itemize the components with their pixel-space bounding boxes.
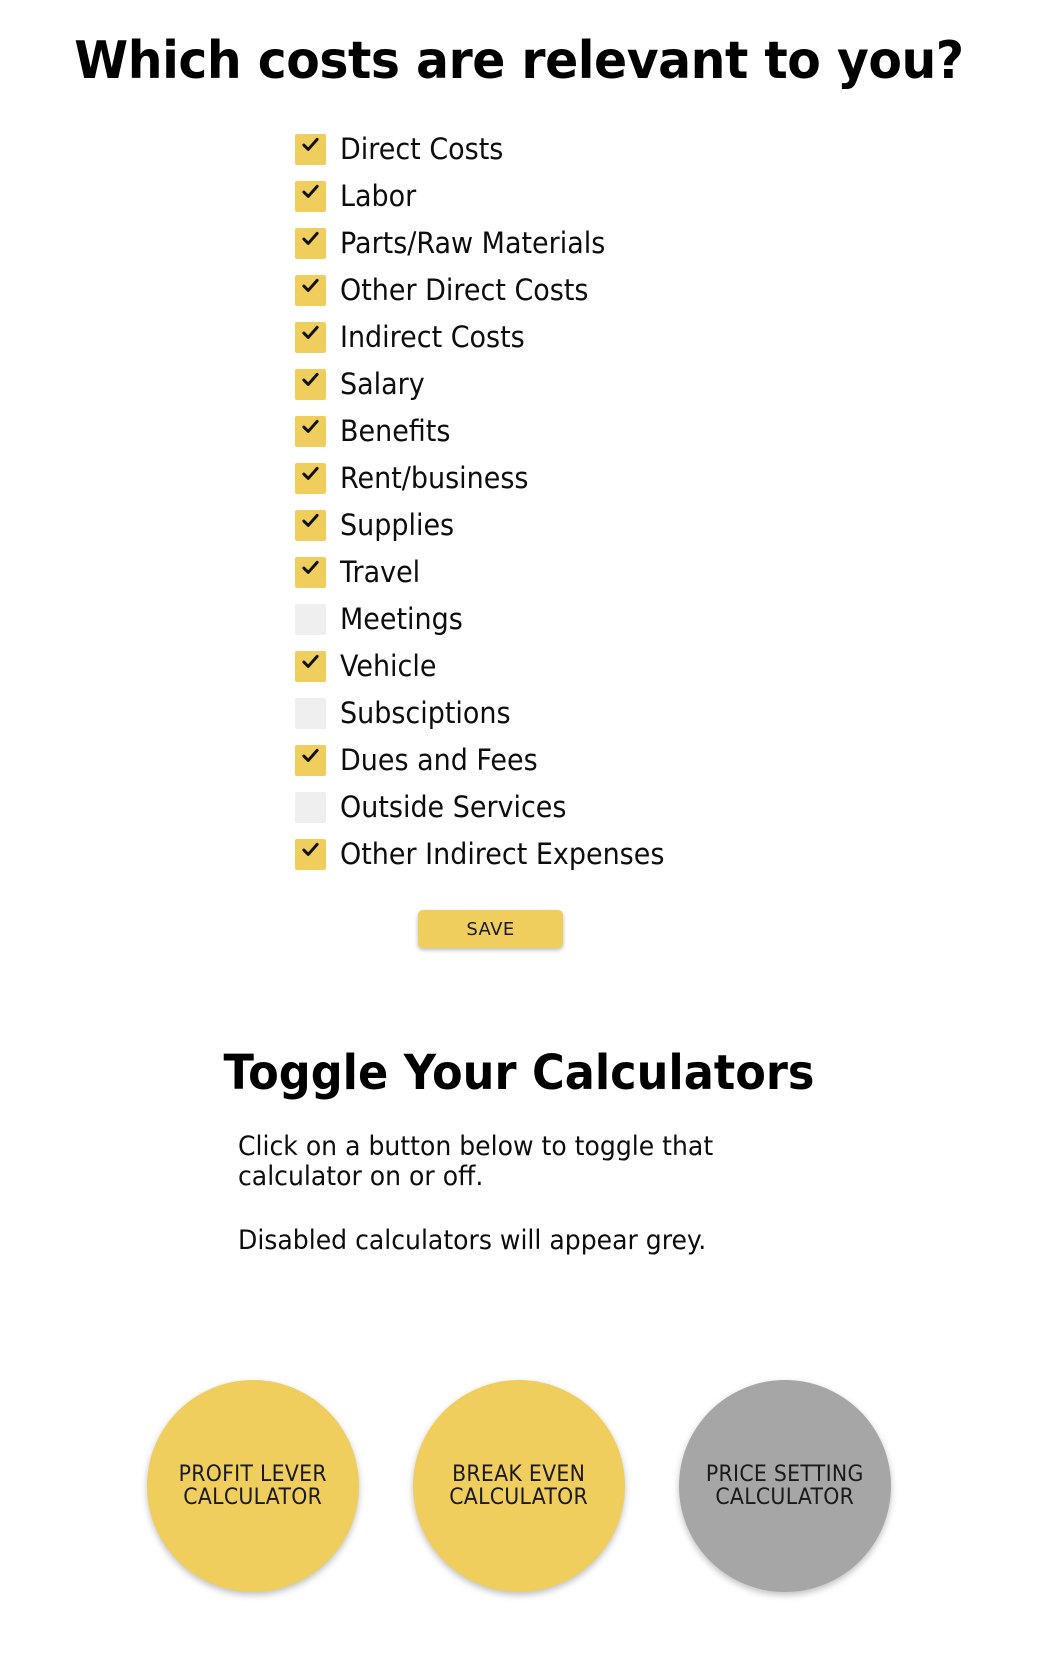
calculator-toggle-buttons: PROFIT LEVER CALCULATOR BREAK EVEN CALCUL… — [0, 1380, 1038, 1592]
cost-checkbox-label: Subsciptions — [340, 696, 511, 730]
cost-checkbox-row[interactable]: Parts/Raw Materials — [295, 220, 995, 267]
checkbox-unchecked[interactable] — [295, 792, 326, 823]
cost-checkbox-row[interactable]: Outside Services — [295, 784, 995, 831]
calculators-intro: Click on a button below to toggle that c… — [238, 1131, 768, 1257]
check-icon — [301, 370, 320, 389]
cost-checkbox-label: Parts/Raw Materials — [340, 226, 606, 260]
cost-checkbox-label: Dues and Fees — [340, 743, 538, 777]
page-title: Which costs are relevant to you? — [74, 31, 964, 91]
calculators-section: Toggle Your Calculators Click on a butto… — [0, 1030, 1038, 1592]
calculator-button-label: PRICE SETTING CALCULATOR — [706, 1461, 864, 1510]
check-icon — [301, 323, 320, 342]
check-icon — [301, 840, 320, 859]
checkbox-checked[interactable] — [295, 228, 326, 259]
cost-checkbox-row[interactable]: Vehicle — [295, 643, 995, 690]
cost-checkbox-row[interactable]: Other Direct Costs — [295, 267, 995, 314]
cost-checkbox-label: Direct Costs — [340, 132, 504, 166]
cost-checkbox-row[interactable]: Travel — [295, 549, 995, 596]
cost-checkbox-label: Supplies — [340, 508, 455, 542]
cost-checkbox-row[interactable]: Indirect Costs — [295, 314, 995, 361]
check-icon — [301, 417, 320, 436]
check-icon — [301, 229, 320, 248]
checkbox-checked[interactable] — [295, 275, 326, 306]
check-icon — [301, 511, 320, 530]
checkbox-checked[interactable] — [295, 745, 326, 776]
checkbox-unchecked[interactable] — [295, 698, 326, 729]
cost-checkbox-row[interactable]: Meetings — [295, 596, 995, 643]
cost-checkbox-row[interactable]: Rent/business — [295, 455, 995, 502]
checkbox-checked[interactable] — [295, 416, 326, 447]
checkbox-checked[interactable] — [295, 181, 326, 212]
cost-checkbox-row[interactable]: Supplies — [295, 502, 995, 549]
cost-checkbox-label: Labor — [340, 179, 417, 213]
cost-checkbox-row[interactable]: Labor — [295, 173, 995, 220]
checkbox-checked[interactable] — [295, 839, 326, 870]
cost-checkbox-label: Meetings — [340, 602, 463, 636]
cost-checkbox-row[interactable]: Subsciptions — [295, 690, 995, 737]
check-icon — [301, 276, 320, 295]
profit-lever-calculator-button[interactable]: PROFIT LEVER CALCULATOR — [147, 1380, 359, 1592]
checkbox-checked[interactable] — [295, 557, 326, 588]
cost-checkbox-label: Travel — [340, 555, 421, 589]
cost-checkbox-label: Benefits — [340, 414, 451, 448]
checkbox-checked[interactable] — [295, 134, 326, 165]
checkbox-checked[interactable] — [295, 651, 326, 682]
save-button[interactable]: SAVE — [418, 910, 563, 948]
cost-checkbox-row[interactable]: Benefits — [295, 408, 995, 455]
checkbox-checked[interactable] — [295, 369, 326, 400]
checkbox-checked[interactable] — [295, 322, 326, 353]
costs-section: Which costs are relevant to you? Direct … — [0, 0, 1038, 948]
check-icon — [301, 746, 320, 765]
cost-checkbox-row[interactable]: Dues and Fees — [295, 737, 995, 784]
cost-checkbox-label: Salary — [340, 367, 425, 401]
calculators-title: Toggle Your Calculators — [223, 1045, 815, 1101]
cost-checkbox-label: Other Direct Costs — [340, 273, 589, 307]
check-icon — [301, 182, 320, 201]
check-icon — [301, 464, 320, 483]
checkbox-checked[interactable] — [295, 510, 326, 541]
cost-checkbox-row[interactable]: Direct Costs — [295, 126, 995, 173]
checkbox-unchecked[interactable] — [295, 604, 326, 635]
price-setting-calculator-button[interactable]: PRICE SETTING CALCULATOR — [679, 1380, 891, 1592]
cost-checkbox-row[interactable]: Other Indirect Expenses — [295, 831, 995, 878]
calculator-button-label: BREAK EVEN CALCULATOR — [449, 1461, 589, 1510]
cost-checkbox-label: Rent/business — [340, 461, 529, 495]
cost-checkbox-label: Outside Services — [340, 790, 567, 824]
calculators-intro-line-2: Disabled calculators will appear grey. — [238, 1225, 707, 1257]
cost-checkbox-row[interactable]: Salary — [295, 361, 995, 408]
cost-checkbox-list: Direct Costs Labor Parts/Raw Materials Othe… — [295, 126, 995, 878]
check-icon — [301, 135, 320, 154]
calculators-intro-line-1: Click on a button below to toggle that c… — [238, 1131, 714, 1193]
checkbox-checked[interactable] — [295, 463, 326, 494]
cost-checkbox-label: Other Indirect Expenses — [340, 837, 665, 871]
break-even-calculator-button[interactable]: BREAK EVEN CALCULATOR — [413, 1380, 625, 1592]
check-icon — [301, 558, 320, 577]
cost-checkbox-label: Indirect Costs — [340, 320, 525, 354]
calculator-button-label: PROFIT LEVER CALCULATOR — [178, 1461, 328, 1510]
cost-checkbox-label: Vehicle — [340, 649, 437, 683]
check-icon — [301, 652, 320, 671]
